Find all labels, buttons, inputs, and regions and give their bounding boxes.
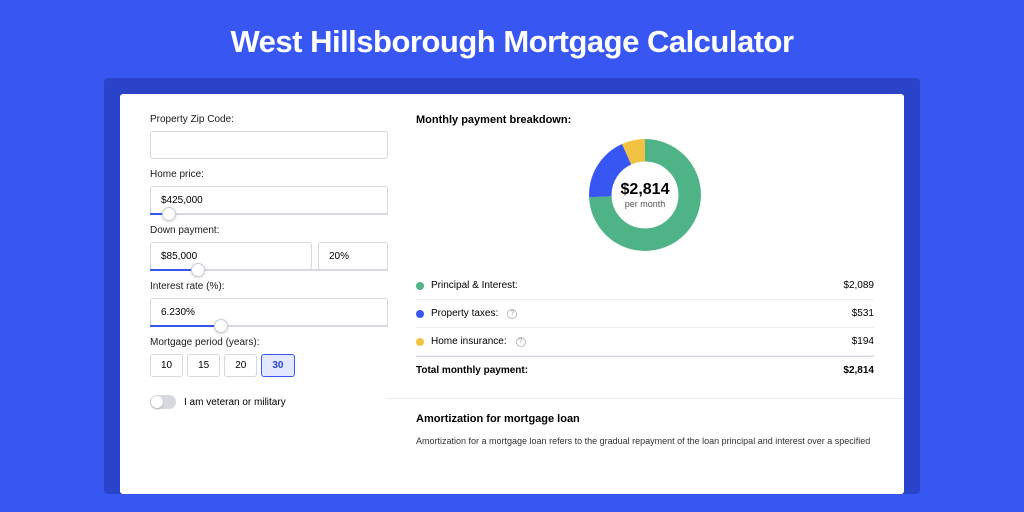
period-option-10[interactable]: 10 xyxy=(150,354,183,377)
page-title: West Hillsborough Mortgage Calculator xyxy=(0,0,1024,78)
down-payment-slider[interactable] xyxy=(150,269,388,271)
interest-slider[interactable] xyxy=(150,325,388,327)
zip-input[interactable] xyxy=(150,131,388,159)
legend-row-principal: Principal & Interest: $2,089 xyxy=(416,272,874,300)
legend-label-taxes: Property taxes: xyxy=(431,308,498,319)
home-price-input[interactable] xyxy=(150,186,388,214)
period-option-30[interactable]: 30 xyxy=(261,354,294,377)
donut-chart-wrap: $2,814 per month xyxy=(416,136,874,254)
input-panel: Property Zip Code: Home price: Down paym… xyxy=(150,114,388,494)
veteran-toggle[interactable] xyxy=(150,395,176,409)
dot-icon xyxy=(416,338,424,346)
legend-row-taxes: Property taxes: ? $531 xyxy=(416,300,874,328)
down-payment-input[interactable] xyxy=(150,242,312,270)
down-payment-slider-thumb[interactable] xyxy=(191,263,205,277)
total-label: Total monthly payment: xyxy=(416,365,528,376)
legend-row-insurance: Home insurance: ? $194 xyxy=(416,328,874,356)
info-icon[interactable]: ? xyxy=(516,337,526,347)
legend-label-principal: Principal & Interest: xyxy=(431,280,518,291)
down-payment-field-group: Down payment: xyxy=(150,225,388,271)
dot-icon xyxy=(416,310,424,318)
info-icon[interactable]: ? xyxy=(507,309,517,319)
legend-value-insurance: $194 xyxy=(852,336,874,347)
period-option-20[interactable]: 20 xyxy=(224,354,257,377)
interest-field-group: Interest rate (%): xyxy=(150,281,388,327)
donut-total-value: $2,814 xyxy=(621,181,670,199)
interest-label: Interest rate (%): xyxy=(150,281,388,292)
dot-icon xyxy=(416,282,424,290)
down-payment-label: Down payment: xyxy=(150,225,388,236)
home-price-slider[interactable] xyxy=(150,213,388,215)
donut-chart: $2,814 per month xyxy=(586,136,704,254)
home-price-field-group: Home price: xyxy=(150,169,388,215)
interest-slider-fill xyxy=(150,325,221,327)
down-payment-pct-input[interactable] xyxy=(318,242,388,270)
breakdown-panel: Monthly payment breakdown: $2,814 per mo… xyxy=(416,114,874,494)
period-option-15[interactable]: 15 xyxy=(187,354,220,377)
donut-per-month-label: per month xyxy=(621,199,670,209)
veteran-toggle-row: I am veteran or military xyxy=(150,395,388,409)
section-divider xyxy=(386,398,904,399)
veteran-toggle-knob xyxy=(151,396,163,408)
amortization-title: Amortization for mortgage loan xyxy=(416,413,874,425)
breakdown-title: Monthly payment breakdown: xyxy=(416,114,874,126)
legend-label-insurance: Home insurance: xyxy=(431,336,507,347)
card-shadow-wrap: Property Zip Code: Home price: Down paym… xyxy=(104,78,920,494)
interest-input[interactable] xyxy=(150,298,388,326)
zip-label: Property Zip Code: xyxy=(150,114,388,125)
donut-center: $2,814 per month xyxy=(621,181,670,209)
calculator-card: Property Zip Code: Home price: Down paym… xyxy=(120,94,904,494)
total-value: $2,814 xyxy=(843,365,874,376)
veteran-toggle-label: I am veteran or military xyxy=(184,397,286,408)
zip-field-group: Property Zip Code: xyxy=(150,114,388,159)
legend-value-taxes: $531 xyxy=(852,308,874,319)
period-field-group: Mortgage period (years): 10 15 20 30 xyxy=(150,337,388,377)
period-segment-group: 10 15 20 30 xyxy=(150,354,388,377)
legend-value-principal: $2,089 xyxy=(843,280,874,291)
period-label: Mortgage period (years): xyxy=(150,337,388,348)
interest-slider-thumb[interactable] xyxy=(214,319,228,333)
total-row: Total monthly payment: $2,814 xyxy=(416,356,874,384)
home-price-label: Home price: xyxy=(150,169,388,180)
amortization-text: Amortization for a mortgage loan refers … xyxy=(416,435,874,449)
home-price-slider-thumb[interactable] xyxy=(162,207,176,221)
